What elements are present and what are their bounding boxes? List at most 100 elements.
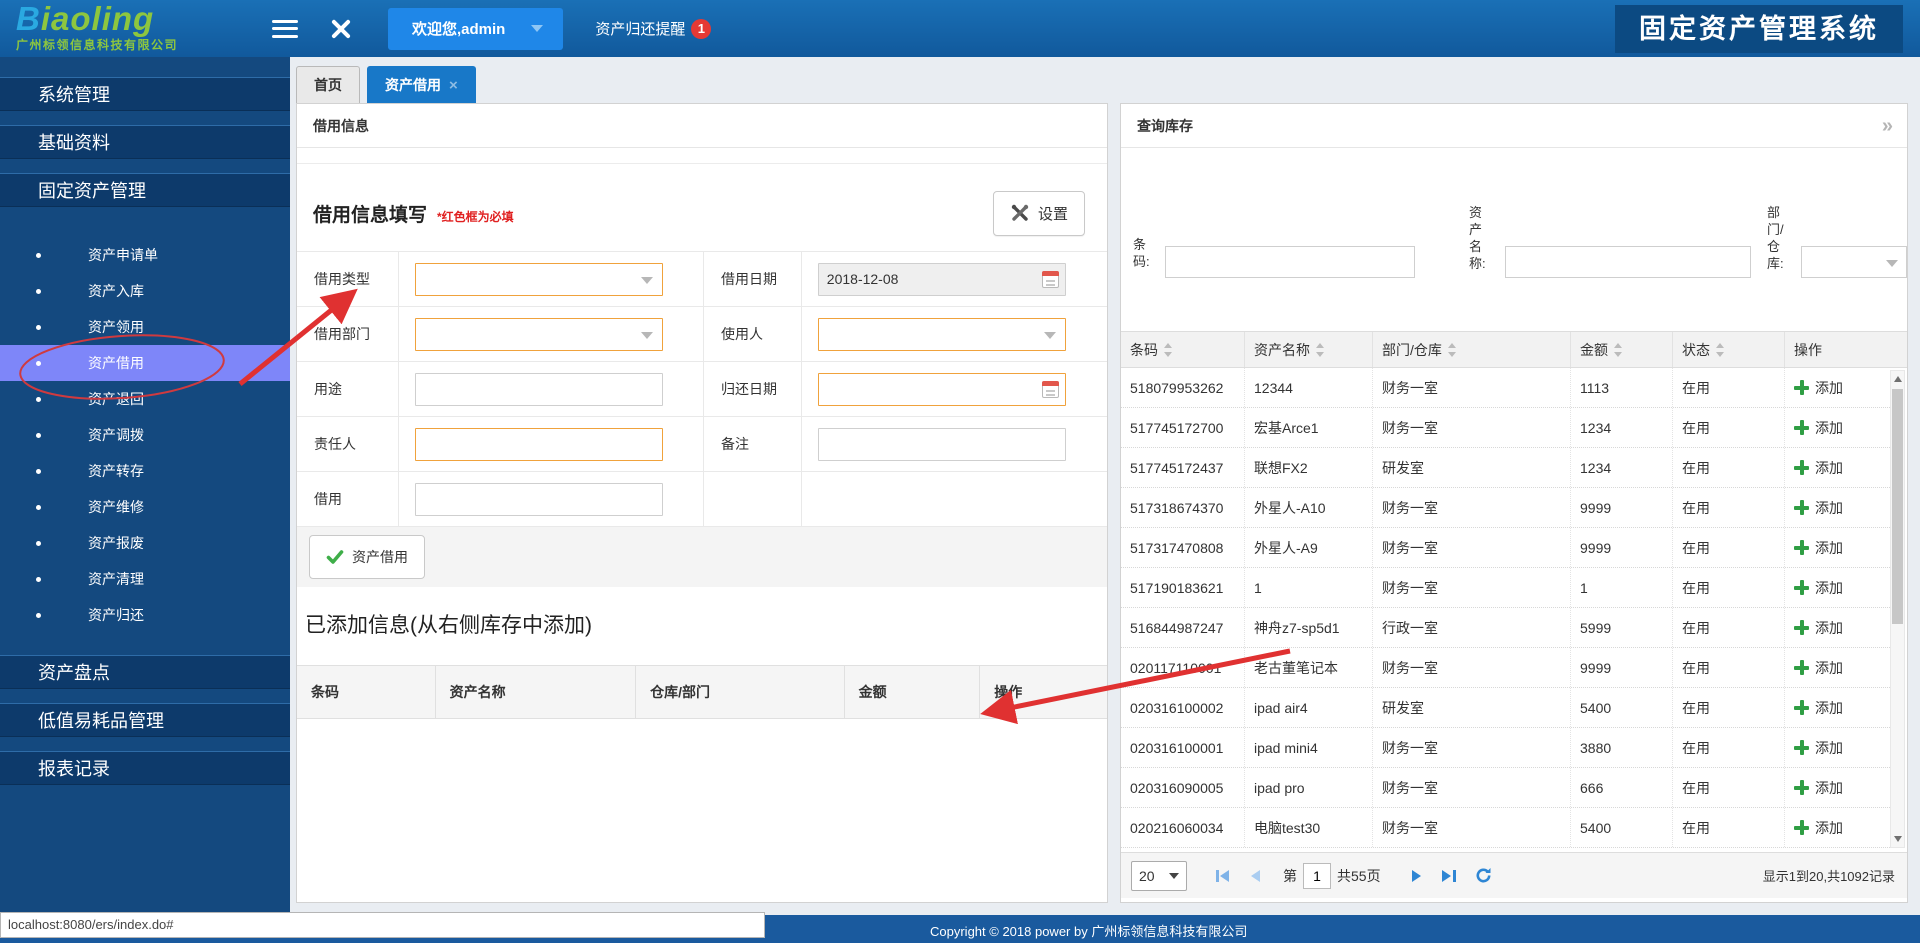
close-icon[interactable] xyxy=(330,18,352,40)
inventory-column-header[interactable]: 部门/仓库 xyxy=(1373,332,1571,367)
scroll-down-icon[interactable] xyxy=(1894,836,1902,842)
add-button[interactable]: 添加 xyxy=(1794,498,1843,518)
asset-name-filter-input[interactable] xyxy=(1505,246,1751,278)
sidebar-item[interactable]: 资产借用 xyxy=(0,345,290,381)
form-text-input[interactable] xyxy=(415,483,663,516)
calendar-icon[interactable] xyxy=(1042,381,1059,398)
page-size-select[interactable]: 20 xyxy=(1131,861,1187,891)
inventory-column-header[interactable]: 状态 xyxy=(1673,332,1785,367)
sidebar-section-3[interactable]: 固定资产管理 xyxy=(0,173,290,207)
add-button[interactable]: 添加 xyxy=(1794,778,1843,798)
sidebar-section-2[interactable]: 基础资料 xyxy=(0,125,290,159)
page-number-input[interactable] xyxy=(1303,863,1331,889)
dept-cell: 财务一室 xyxy=(1373,808,1571,847)
logo-subtext: 广州标领信息科技有限公司 xyxy=(16,36,258,53)
add-label: 添加 xyxy=(1815,378,1843,398)
barcode-cell: 020316100001 xyxy=(1121,728,1245,767)
sidebar-bottom-section-1[interactable]: 资产盘点 xyxy=(0,655,290,689)
form-row: 借用部门使用人 xyxy=(297,307,1107,362)
form-text-input[interactable] xyxy=(415,373,663,406)
menu-toggle-icon[interactable] xyxy=(272,20,298,38)
sidebar-item[interactable]: 资产归还 xyxy=(0,597,290,633)
added-column-header[interactable]: 金额 xyxy=(845,666,981,718)
form-select[interactable] xyxy=(415,318,663,351)
first-page-button[interactable] xyxy=(1215,869,1231,883)
scrollbar-thumb[interactable] xyxy=(1892,389,1903,624)
added-column-header[interactable]: 资产名称 xyxy=(436,666,637,718)
add-button[interactable]: 添加 xyxy=(1794,698,1843,718)
user-menu-button[interactable]: 欢迎您,admin xyxy=(388,8,563,50)
form-field xyxy=(802,472,1107,526)
sidebar-item[interactable]: 资产报废 xyxy=(0,525,290,561)
divider xyxy=(297,148,1107,164)
sidebar-bottom-section-2[interactable]: 低值易耗品管理 xyxy=(0,703,290,737)
return-reminder-link[interactable]: 资产归还提醒 1 xyxy=(595,18,711,39)
inventory-column-header[interactable]: 资产名称 xyxy=(1245,332,1373,367)
form-label: 借用类型 xyxy=(297,252,399,306)
operation-cell: 添加 xyxy=(1785,808,1892,847)
barcode-filter-input[interactable] xyxy=(1165,246,1415,278)
sort-icon[interactable] xyxy=(1716,343,1725,357)
sidebar-item[interactable]: 资产维修 xyxy=(0,489,290,525)
refresh-button[interactable] xyxy=(1475,867,1492,884)
form-select[interactable] xyxy=(818,318,1066,351)
vertical-scrollbar[interactable] xyxy=(1890,370,1905,848)
sidebar-bottom-section-3[interactable]: 报表记录 xyxy=(0,751,290,785)
form-select[interactable] xyxy=(415,263,663,296)
inventory-column-header[interactable]: 金额 xyxy=(1571,332,1673,367)
next-page-button[interactable] xyxy=(1411,869,1423,883)
sidebar: 系统管理基础资料固定资产管理 资产申请单资产入库资产领用资产借用资产退回资产调拨… xyxy=(0,57,290,915)
added-column-header[interactable]: 仓库/部门 xyxy=(636,666,844,718)
sidebar-item[interactable]: 资产调拨 xyxy=(0,417,290,453)
settings-button[interactable]: 设置 xyxy=(993,191,1085,236)
sidebar-section-1[interactable]: 系统管理 xyxy=(0,77,290,111)
add-button[interactable]: 添加 xyxy=(1794,378,1843,398)
add-button[interactable]: 添加 xyxy=(1794,538,1843,558)
sort-icon[interactable] xyxy=(1316,343,1325,357)
operation-cell: 添加 xyxy=(1785,408,1892,447)
form-date-input[interactable] xyxy=(818,373,1066,406)
sort-icon[interactable] xyxy=(1164,343,1173,357)
chevron-down-icon xyxy=(1886,260,1898,267)
sort-icon[interactable] xyxy=(1448,343,1457,357)
add-button[interactable]: 添加 xyxy=(1794,458,1843,478)
add-button[interactable]: 添加 xyxy=(1794,618,1843,638)
sidebar-item[interactable]: 资产领用 xyxy=(0,309,290,345)
form-text-input[interactable] xyxy=(818,428,1066,461)
borrow-submit-button[interactable]: 资产借用 xyxy=(309,535,425,579)
form-date-input[interactable]: 2018-12-08 xyxy=(818,263,1066,296)
add-button[interactable]: 添加 xyxy=(1794,578,1843,598)
form-text-input[interactable] xyxy=(415,428,663,461)
sidebar-item[interactable]: 资产申请单 xyxy=(0,237,290,273)
bullet-icon xyxy=(36,325,41,330)
last-page-button[interactable] xyxy=(1441,869,1457,883)
add-button[interactable]: 添加 xyxy=(1794,418,1843,438)
prev-page-button[interactable] xyxy=(1249,869,1261,883)
inventory-column-header[interactable]: 条码 xyxy=(1121,332,1245,367)
bullet-icon xyxy=(36,361,41,366)
bullet-icon xyxy=(36,541,41,546)
tab-close-icon[interactable]: × xyxy=(449,77,458,94)
sort-icon[interactable] xyxy=(1614,343,1623,357)
calendar-icon[interactable] xyxy=(1042,271,1059,288)
tab-active[interactable]: 资产借用 × xyxy=(367,66,476,103)
sidebar-item[interactable]: 资产入库 xyxy=(0,273,290,309)
table-row: 516844987247神舟z7-sp5d1行政一室5999在用添加 xyxy=(1121,608,1892,648)
added-column-header[interactable]: 条码 xyxy=(297,666,436,718)
inventory-column-header[interactable]: 操作 xyxy=(1785,332,1907,367)
tab-label: 首页 xyxy=(314,77,342,93)
scroll-up-icon[interactable] xyxy=(1894,376,1902,382)
form-label xyxy=(704,472,802,526)
sidebar-item[interactable]: 资产退回 xyxy=(0,381,290,417)
pager-summary: 显示1到20,共1092记录 xyxy=(1763,866,1895,885)
sidebar-item[interactable]: 资产转存 xyxy=(0,453,290,489)
add-button[interactable]: 添加 xyxy=(1794,658,1843,678)
add-button[interactable]: 添加 xyxy=(1794,738,1843,758)
added-column-header[interactable]: 操作 xyxy=(980,666,1107,718)
add-button[interactable]: 添加 xyxy=(1794,818,1843,838)
tab-label: 资产借用 xyxy=(385,77,441,93)
collapse-panel-icon[interactable]: » xyxy=(1882,104,1893,148)
sidebar-item[interactable]: 资产清理 xyxy=(0,561,290,597)
dept-filter-select[interactable] xyxy=(1801,246,1907,278)
tab-home[interactable]: 首页 xyxy=(296,66,360,103)
